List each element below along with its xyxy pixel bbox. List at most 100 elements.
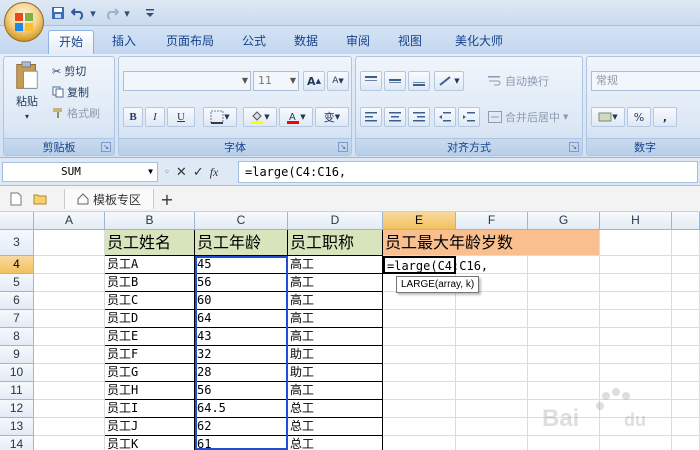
- cell-g4[interactable]: [528, 256, 600, 274]
- cell-f10[interactable]: [456, 364, 528, 382]
- cell-x6[interactable]: [672, 292, 700, 310]
- table-cell[interactable]: 43: [195, 328, 288, 346]
- cell-a4[interactable]: [34, 256, 105, 274]
- cell-h6[interactable]: [600, 292, 672, 310]
- wrap-text-button[interactable]: 自动换行: [488, 73, 549, 89]
- cell-f12[interactable]: [456, 400, 528, 418]
- cell-h14[interactable]: [600, 436, 672, 450]
- office-button[interactable]: [4, 2, 44, 42]
- redo-icon[interactable]: [104, 5, 120, 21]
- italic-button[interactable]: I: [145, 107, 165, 127]
- cell-a3[interactable]: [34, 230, 105, 256]
- cell-h10[interactable]: [600, 364, 672, 382]
- table-cell[interactable]: 助工: [288, 346, 383, 364]
- paste-button[interactable]: 粘贴 ▾: [10, 61, 44, 121]
- cell-x7[interactable]: [672, 310, 700, 328]
- font-size-combo[interactable]: 11 ▼: [253, 71, 299, 91]
- formula-input[interactable]: =large(C4:C16,: [238, 161, 698, 183]
- cell-g7[interactable]: [528, 310, 600, 328]
- resize-handle-icon[interactable]: ◦: [164, 167, 170, 178]
- bold-button[interactable]: B: [123, 107, 143, 127]
- table-cell[interactable]: 员工C: [105, 292, 195, 310]
- cell-x8[interactable]: [672, 328, 700, 346]
- cell-e7[interactable]: [383, 310, 456, 328]
- cell-e14[interactable]: [383, 436, 456, 450]
- align-center-button[interactable]: [384, 107, 406, 127]
- cancel-icon[interactable]: ✕: [176, 165, 187, 180]
- table-cell[interactable]: 员工J: [105, 418, 195, 436]
- table-cell[interactable]: 高工: [288, 256, 383, 274]
- name-box[interactable]: SUM ▼: [2, 162, 158, 182]
- cell-x10[interactable]: [672, 364, 700, 382]
- cell-a8[interactable]: [34, 328, 105, 346]
- cell-x4[interactable]: [672, 256, 700, 274]
- cell-f6[interactable]: [456, 292, 528, 310]
- borders-button[interactable]: ▼: [203, 107, 237, 127]
- table-cell[interactable]: 高工: [288, 274, 383, 292]
- max-age-title-cell[interactable]: 员工最大年龄岁数: [383, 230, 600, 256]
- font-color-button[interactable]: A ▼: [279, 107, 313, 127]
- table-cell[interactable]: 高工: [288, 382, 383, 400]
- cell-g14[interactable]: [528, 436, 600, 450]
- format-painter-button[interactable]: 格式刷: [52, 105, 100, 121]
- cell-a14[interactable]: [34, 436, 105, 450]
- cell-f11[interactable]: [456, 382, 528, 400]
- table-cell[interactable]: 员工F: [105, 346, 195, 364]
- tab-home[interactable]: 开始: [48, 30, 94, 54]
- table-cell[interactable]: 助工: [288, 364, 383, 382]
- cell-a11[interactable]: [34, 382, 105, 400]
- fill-color-button[interactable]: ▼: [243, 107, 277, 127]
- align-left-button[interactable]: [360, 107, 382, 127]
- cell-h4[interactable]: [600, 256, 672, 274]
- column-header-h[interactable]: H: [600, 212, 672, 230]
- table-cell[interactable]: 员工G: [105, 364, 195, 382]
- tab-page-layout[interactable]: 页面布局: [156, 30, 224, 54]
- column-header-d[interactable]: D: [288, 212, 383, 230]
- enter-icon[interactable]: ✓: [193, 165, 204, 180]
- row-header-6[interactable]: 6: [0, 292, 34, 310]
- column-header-c[interactable]: C: [195, 212, 288, 230]
- orientation-button[interactable]: ▼: [434, 71, 464, 91]
- cell-a5[interactable]: [34, 274, 105, 292]
- select-all-corner[interactable]: [0, 212, 34, 230]
- new-file-icon[interactable]: [6, 189, 26, 209]
- copy-button[interactable]: 复制: [52, 84, 89, 100]
- increase-indent-button[interactable]: [458, 107, 480, 127]
- undo-icon[interactable]: [70, 5, 86, 21]
- cell-e9[interactable]: [383, 346, 456, 364]
- column-header-a[interactable]: A: [34, 212, 105, 230]
- cell-x3[interactable]: [672, 230, 700, 256]
- tab-formulas[interactable]: 公式: [234, 30, 274, 54]
- table-cell[interactable]: 总工: [288, 436, 383, 450]
- table-cell[interactable]: 员工K: [105, 436, 195, 450]
- font-launcher-icon[interactable]: ↘: [338, 142, 348, 152]
- row-header-7[interactable]: 7: [0, 310, 34, 328]
- table-cell[interactable]: 64.5: [195, 400, 288, 418]
- table-cell[interactable]: 总工: [288, 418, 383, 436]
- column-header-e[interactable]: E: [383, 212, 456, 230]
- undo-dropdown-icon[interactable]: ▾: [88, 5, 98, 21]
- table-cell[interactable]: 56: [195, 274, 288, 292]
- cell-g8[interactable]: [528, 328, 600, 346]
- table-cell[interactable]: 高工: [288, 310, 383, 328]
- tab-view[interactable]: 视图: [390, 30, 430, 54]
- row-header-10[interactable]: 10: [0, 364, 34, 382]
- cell-a9[interactable]: [34, 346, 105, 364]
- cell-e6[interactable]: [383, 292, 456, 310]
- table-cell[interactable]: 员工I: [105, 400, 195, 418]
- cell-x5[interactable]: [672, 274, 700, 292]
- cell-e10[interactable]: [383, 364, 456, 382]
- align-bottom-button[interactable]: [408, 71, 430, 91]
- font-name-combo[interactable]: ▼: [123, 71, 251, 91]
- cell-f8[interactable]: [456, 328, 528, 346]
- customize-toolbar-icon[interactable]: [144, 5, 156, 21]
- cell-h8[interactable]: [600, 328, 672, 346]
- table-cell[interactable]: 61: [195, 436, 288, 450]
- chevron-down-icon[interactable]: ▼: [148, 163, 153, 181]
- cell-h3[interactable]: [600, 230, 672, 256]
- table-header-cell[interactable]: 员工年龄: [195, 230, 288, 256]
- cell-e12[interactable]: [383, 400, 456, 418]
- table-cell[interactable]: 高工: [288, 328, 383, 346]
- cell-a12[interactable]: [34, 400, 105, 418]
- redo-dropdown-icon[interactable]: ▾: [122, 5, 132, 21]
